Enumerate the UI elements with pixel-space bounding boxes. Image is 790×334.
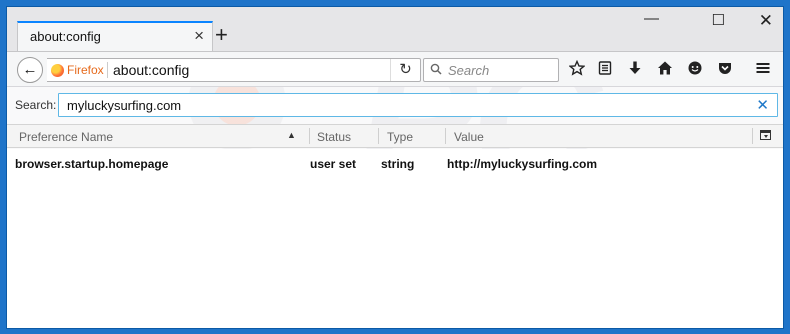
browser-window: PC risk.com about:config × + — ☐ ✕ ← Fir… — [6, 6, 784, 329]
pocket-icon[interactable] — [715, 60, 735, 80]
identity-label[interactable]: Firefox — [67, 63, 104, 77]
column-header-status[interactable]: Status — [317, 130, 351, 144]
minimize-button[interactable]: — — [644, 11, 659, 27]
column-separator[interactable] — [752, 128, 753, 144]
tab-title: about:config — [30, 29, 101, 44]
column-header-preference-name[interactable]: Preference Name — [19, 130, 113, 144]
star-icon[interactable] — [567, 59, 587, 80]
url-text[interactable]: about:config — [113, 62, 189, 78]
url-bar[interactable]: Firefox about:config ↻ — [47, 58, 421, 82]
filter-label: Search: — [15, 98, 57, 112]
column-picker-icon[interactable] — [760, 130, 771, 140]
maximize-button[interactable]: ☐ — [712, 13, 725, 29]
search-icon — [430, 63, 442, 75]
download-icon[interactable] — [625, 60, 645, 80]
url-separator — [107, 62, 108, 78]
preferences-table-body: browser.startup.homepage user set string… — [7, 149, 783, 328]
new-tab-button[interactable]: + — [215, 24, 228, 46]
pref-name: browser.startup.homepage — [15, 157, 169, 171]
pref-value: http://myluckysurfing.com — [447, 157, 598, 171]
firefox-logo-icon — [51, 64, 64, 77]
reading-list-icon[interactable] — [595, 60, 615, 80]
config-search-value[interactable]: myluckysurfing.com — [67, 98, 181, 113]
back-button[interactable]: ← — [17, 57, 43, 83]
tab-close-icon[interactable]: × — [194, 26, 204, 46]
column-header-type[interactable]: Type — [387, 130, 413, 144]
search-placeholder: Search — [448, 63, 490, 78]
column-separator[interactable] — [445, 128, 446, 144]
tab-strip: about:config × + — ☐ ✕ — [7, 7, 783, 51]
config-filter-row: Search: myluckysurfing.com ✕ — [7, 89, 783, 121]
preferences-table-header: Preference Name ▲ Status Type Value — [7, 124, 783, 148]
pref-status: user set — [310, 157, 357, 171]
search-box[interactable]: Search — [423, 58, 559, 82]
table-row[interactable]: browser.startup.homepage user set string… — [7, 155, 783, 173]
config-search-input[interactable]: myluckysurfing.com ✕ — [58, 93, 778, 117]
pref-type: string — [381, 157, 415, 171]
column-header-value[interactable]: Value — [454, 130, 484, 144]
navigation-toolbar: ← Firefox about:config ↻ Search — [7, 51, 783, 87]
menu-icon[interactable] — [753, 60, 773, 80]
sort-ascending-icon[interactable]: ▲ — [287, 130, 296, 140]
reload-button[interactable]: ↻ — [390, 59, 420, 81]
column-separator[interactable] — [309, 128, 310, 144]
clear-search-icon[interactable]: ✕ — [756, 96, 769, 114]
tab-about-config[interactable]: about:config × — [17, 21, 213, 51]
home-icon[interactable] — [655, 60, 675, 80]
chat-icon[interactable] — [685, 60, 705, 80]
close-window-button[interactable]: ✕ — [759, 12, 773, 29]
column-separator[interactable] — [378, 128, 379, 144]
